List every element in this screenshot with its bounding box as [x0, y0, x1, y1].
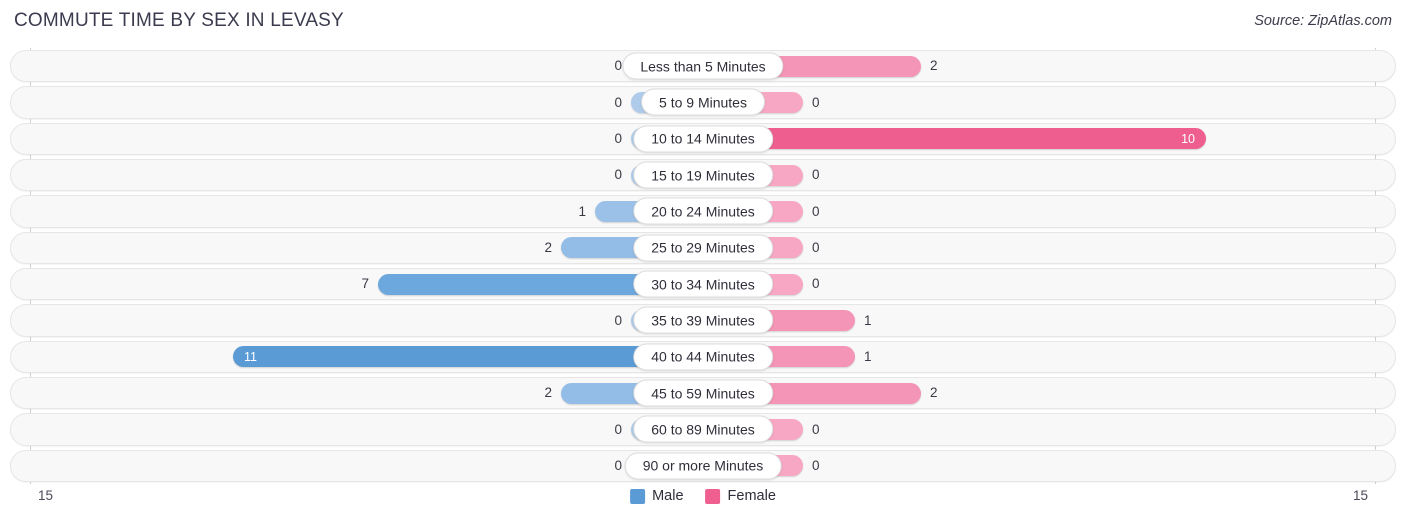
- table-row[interactable]: 2 0 25 to 29 Minutes: [0, 230, 1406, 266]
- male-value-label: 2: [544, 240, 552, 256]
- female-bar-group: 0: [703, 84, 1406, 120]
- female-value-label: 2: [930, 58, 938, 74]
- male-bar-group: 0: [0, 448, 703, 484]
- male-bar-group: 0: [0, 84, 703, 120]
- category-label: 20 to 24 Minutes: [633, 197, 773, 225]
- plot-area: 0 2 Less than 5 Minutes 0 0 5 to 9 Minutes 0 10…: [0, 48, 1406, 484]
- page-title: COMMUTE TIME BY SEX IN LEVASY: [14, 10, 344, 31]
- category-label: 45 to 59 Minutes: [633, 379, 773, 407]
- commute-time-chart: COMMUTE TIME BY SEX IN LEVASY Source: Zi…: [0, 0, 1406, 522]
- female-value-label: 0: [812, 276, 820, 292]
- male-bar-group: 0: [0, 157, 703, 193]
- female-bar-group: 2: [703, 48, 1406, 84]
- female-value-label: 0: [812, 458, 820, 474]
- female-bar-group: 0: [703, 266, 1406, 302]
- male-bar-group: 1: [0, 193, 703, 229]
- female-value-label: 0: [812, 240, 820, 256]
- table-row[interactable]: 0 10 10 to 14 Minutes: [0, 121, 1406, 157]
- table-row[interactable]: 0 0 90 or more Minutes: [0, 448, 1406, 484]
- male-bar-group: 2: [0, 375, 703, 411]
- female-bar-group: 10: [703, 121, 1406, 157]
- table-row[interactable]: 2 2 45 to 59 Minutes: [0, 375, 1406, 411]
- axis-tick-right: 15: [1352, 488, 1368, 503]
- category-label: 25 to 29 Minutes: [633, 234, 773, 262]
- male-value-label: 0: [614, 312, 622, 328]
- category-label: 35 to 39 Minutes: [633, 306, 773, 334]
- male-value-label: 0: [614, 131, 622, 147]
- bar-rows: 0 2 Less than 5 Minutes 0 0 5 to 9 Minutes 0 10…: [0, 48, 1406, 484]
- legend-item-male[interactable]: Male: [630, 488, 684, 504]
- category-label: 10 to 14 Minutes: [633, 125, 773, 153]
- female-bar-group: 2: [703, 375, 1406, 411]
- male-value-label: 0: [614, 58, 622, 74]
- female-value-label: 1: [864, 312, 872, 328]
- table-row[interactable]: 1 0 20 to 24 Minutes: [0, 193, 1406, 229]
- table-row[interactable]: 7 0 30 to 34 Minutes: [0, 266, 1406, 302]
- male-bar-group: 2: [0, 230, 703, 266]
- female-bar-group: 0: [703, 411, 1406, 447]
- male-value-label: 0: [614, 458, 622, 474]
- male-value-label: 11: [244, 349, 257, 364]
- category-label: 60 to 89 Minutes: [633, 415, 773, 443]
- male-value-label: 0: [614, 167, 622, 183]
- female-value-label: 0: [812, 421, 820, 437]
- male-bar-group: 0: [0, 48, 703, 84]
- category-label: Less than 5 Minutes: [622, 52, 784, 80]
- female-bar-group: 1: [703, 339, 1406, 375]
- female-value-label: 0: [812, 94, 820, 110]
- category-label: 5 to 9 Minutes: [641, 88, 765, 116]
- category-label: 15 to 19 Minutes: [633, 161, 773, 189]
- table-row[interactable]: 0 0 5 to 9 Minutes: [0, 84, 1406, 120]
- table-row[interactable]: 0 1 35 to 39 Minutes: [0, 302, 1406, 338]
- legend: Male Female: [630, 488, 776, 504]
- legend-swatch-female-icon: [705, 488, 721, 504]
- male-value-label: 2: [544, 385, 552, 401]
- table-row[interactable]: 0 2 Less than 5 Minutes: [0, 48, 1406, 84]
- female-bar-group: 1: [703, 302, 1406, 338]
- category-label: 90 or more Minutes: [624, 452, 782, 480]
- category-label: 40 to 44 Minutes: [633, 343, 773, 371]
- male-bar-group: 0: [0, 121, 703, 157]
- source-attribution: Source: ZipAtlas.com: [1254, 13, 1392, 29]
- male-value-label: 0: [614, 94, 622, 110]
- legend-label-female: Female: [727, 488, 776, 504]
- male-value-label: 0: [614, 421, 622, 437]
- female-bar-group: 0: [703, 157, 1406, 193]
- male-bar-group: 7: [0, 266, 703, 302]
- male-bar-group: 0: [0, 411, 703, 447]
- legend-item-female[interactable]: Female: [705, 488, 776, 504]
- female-value-label: 10: [1181, 131, 1195, 146]
- table-row[interactable]: 0 0 60 to 89 Minutes: [0, 411, 1406, 447]
- female-bar-group: 0: [703, 193, 1406, 229]
- female-value-label: 0: [812, 203, 820, 219]
- female-bar-group: 0: [703, 230, 1406, 266]
- female-bar[interactable]: 10: [703, 128, 1206, 150]
- female-value-label: 2: [930, 385, 938, 401]
- male-value-label: 7: [361, 276, 369, 292]
- female-value-label: 0: [812, 167, 820, 183]
- axis-tick-left: 15: [38, 488, 54, 503]
- legend-swatch-male-icon: [630, 488, 646, 504]
- male-bar-group: 11: [0, 339, 703, 375]
- table-row[interactable]: 11 1 40 to 44 Minutes: [0, 339, 1406, 375]
- legend-label-male: Male: [652, 488, 684, 504]
- male-bar-group: 0: [0, 302, 703, 338]
- female-bar-group: 0: [703, 448, 1406, 484]
- category-label: 30 to 34 Minutes: [633, 270, 773, 298]
- male-value-label: 1: [578, 203, 586, 219]
- female-value-label: 1: [864, 349, 872, 365]
- chart-footer: 15 15 Male Female: [0, 484, 1406, 522]
- table-row[interactable]: 0 0 15 to 19 Minutes: [0, 157, 1406, 193]
